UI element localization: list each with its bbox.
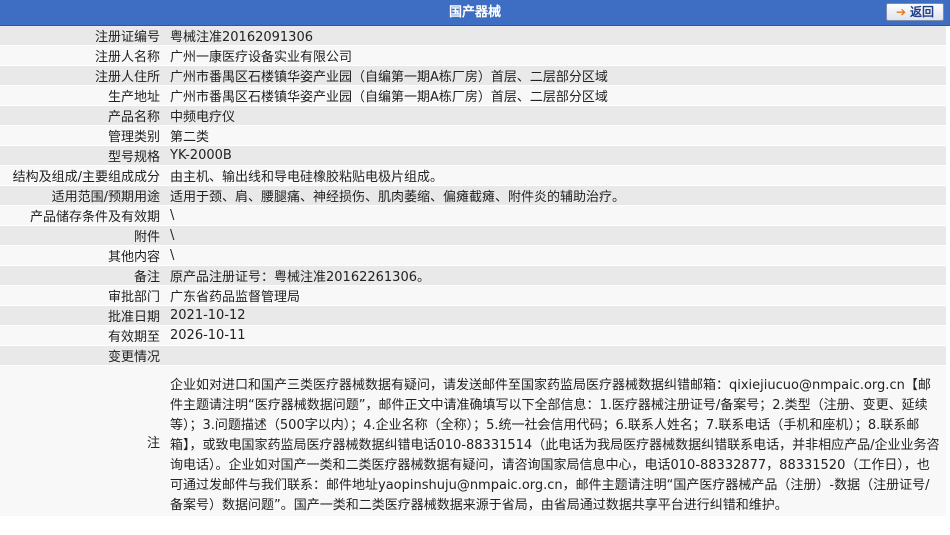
field-value: 广州市番禺区石楼镇华姿产业园（自编第一期A栋厂房）首层、二层部分区域 bbox=[164, 85, 946, 106]
detail-table: 注册证编号 粤械注准20162091306 注册人名称 广州一康医疗设备实业有限公司注… bbox=[0, 26, 946, 517]
table-row: 管理类别 第二类 bbox=[0, 125, 946, 146]
field-value: 广东省药品监督管理局 bbox=[164, 285, 946, 306]
field-label: 审批部门 bbox=[0, 285, 164, 306]
table-row: 附件 \ bbox=[0, 225, 946, 246]
field-label: 产品名称 bbox=[0, 105, 164, 126]
field-label: 有效期至 bbox=[0, 325, 164, 346]
field-value: \ bbox=[164, 205, 946, 226]
arrow-right-icon: ➔ bbox=[895, 5, 907, 19]
field-value: 广州市番禺区石楼镇华姿产业园（自编第一期A栋厂房）首层、二层部分区域 bbox=[164, 65, 946, 86]
field-value: 粤械注准20162091306 bbox=[164, 26, 946, 46]
field-value: 中频电疗仪 bbox=[164, 105, 946, 126]
table-row: 其他内容 \ bbox=[0, 245, 946, 266]
field-value bbox=[164, 345, 946, 366]
field-value: \ bbox=[164, 245, 946, 266]
page-title: 国产器械 bbox=[448, 5, 501, 20]
note-label: 注 bbox=[0, 365, 164, 517]
field-label: 结构及组成/主要组成成分 bbox=[0, 165, 164, 186]
field-value: \ bbox=[164, 225, 946, 246]
note-row: 注企业如对进口和国产三类医疗器械数据有疑问，请发送邮件至国家药监局医疗器械数据纠… bbox=[0, 365, 946, 517]
field-label: 备注 bbox=[0, 265, 164, 286]
note-text: 企业如对进口和国产三类医疗器械数据有疑问，请发送邮件至国家药监局医疗器械数据纠错… bbox=[164, 365, 946, 517]
table-row: 生产地址 广州市番禺区石楼镇华姿产业园（自编第一期A栋厂房）首层、二层部分区域 bbox=[0, 85, 946, 106]
back-button[interactable]: ➔ 返回 bbox=[886, 3, 944, 21]
back-button-label: 返回 bbox=[910, 5, 935, 19]
field-label: 注册人住所 bbox=[0, 65, 164, 86]
table-row: 有效期至 2026-10-11 bbox=[0, 325, 946, 346]
field-value: YK-2000B bbox=[164, 145, 946, 166]
field-value: 2026-10-11 bbox=[164, 325, 946, 346]
field-label: 管理类别 bbox=[0, 125, 164, 146]
field-label: 注册人名称 bbox=[0, 45, 164, 66]
table-row: 审批部门 广东省药品监督管理局 bbox=[0, 285, 946, 306]
table-row: 注册人住所 广州市番禺区石楼镇华姿产业园（自编第一期A栋厂房）首层、二层部分区域 bbox=[0, 65, 946, 86]
field-label: 批准日期 bbox=[0, 305, 164, 326]
table-row: 备注 原产品注册证号：粤械注准20162261306。 bbox=[0, 265, 946, 286]
field-label: 注册证编号 bbox=[0, 26, 164, 46]
field-value: 广州一康医疗设备实业有限公司 bbox=[164, 45, 946, 66]
field-value: 2021-10-12 bbox=[164, 305, 946, 326]
table-row: 适用范围/预期用途 适用于颈、肩、腰腿痛、神经损伤、肌肉萎缩、偏瘫截瘫、附件炎的辅… bbox=[0, 185, 946, 206]
field-label: 产品储存条件及有效期 bbox=[0, 205, 164, 226]
field-value: 原产品注册证号：粤械注准20162261306。 bbox=[164, 265, 946, 286]
table-row: 产品名称 中频电疗仪 bbox=[0, 105, 946, 126]
table-row: 型号规格 YK-2000B bbox=[0, 145, 946, 166]
field-value: 由主机、输出线和导电硅橡胶粘贴电极片组成。 bbox=[164, 165, 946, 186]
field-label: 生产地址 bbox=[0, 85, 164, 106]
field-label: 变更情况 bbox=[0, 345, 164, 366]
table-row: 产品储存条件及有效期 \ bbox=[0, 205, 946, 226]
field-label: 其他内容 bbox=[0, 245, 164, 266]
table-row: 注册证编号 粤械注准20162091306 bbox=[0, 26, 946, 46]
table-row: 注册人名称 广州一康医疗设备实业有限公司 bbox=[0, 45, 946, 66]
table-row: 批准日期 2021-10-12 bbox=[0, 305, 946, 326]
field-value: 第二类 bbox=[164, 125, 946, 146]
page-header: 国产器械 ➔ 返回 bbox=[0, 0, 950, 26]
table-row: 结构及组成/主要组成成分 由主机、输出线和导电硅橡胶粘贴电极片组成。 bbox=[0, 165, 946, 186]
table-row: 变更情况 bbox=[0, 345, 946, 366]
field-label: 适用范围/预期用途 bbox=[0, 185, 164, 206]
field-label: 附件 bbox=[0, 225, 164, 246]
field-label: 型号规格 bbox=[0, 145, 164, 166]
field-value: 适用于颈、肩、腰腿痛、神经损伤、肌肉萎缩、偏瘫截瘫、附件炎的辅助治疗。 bbox=[164, 185, 946, 206]
